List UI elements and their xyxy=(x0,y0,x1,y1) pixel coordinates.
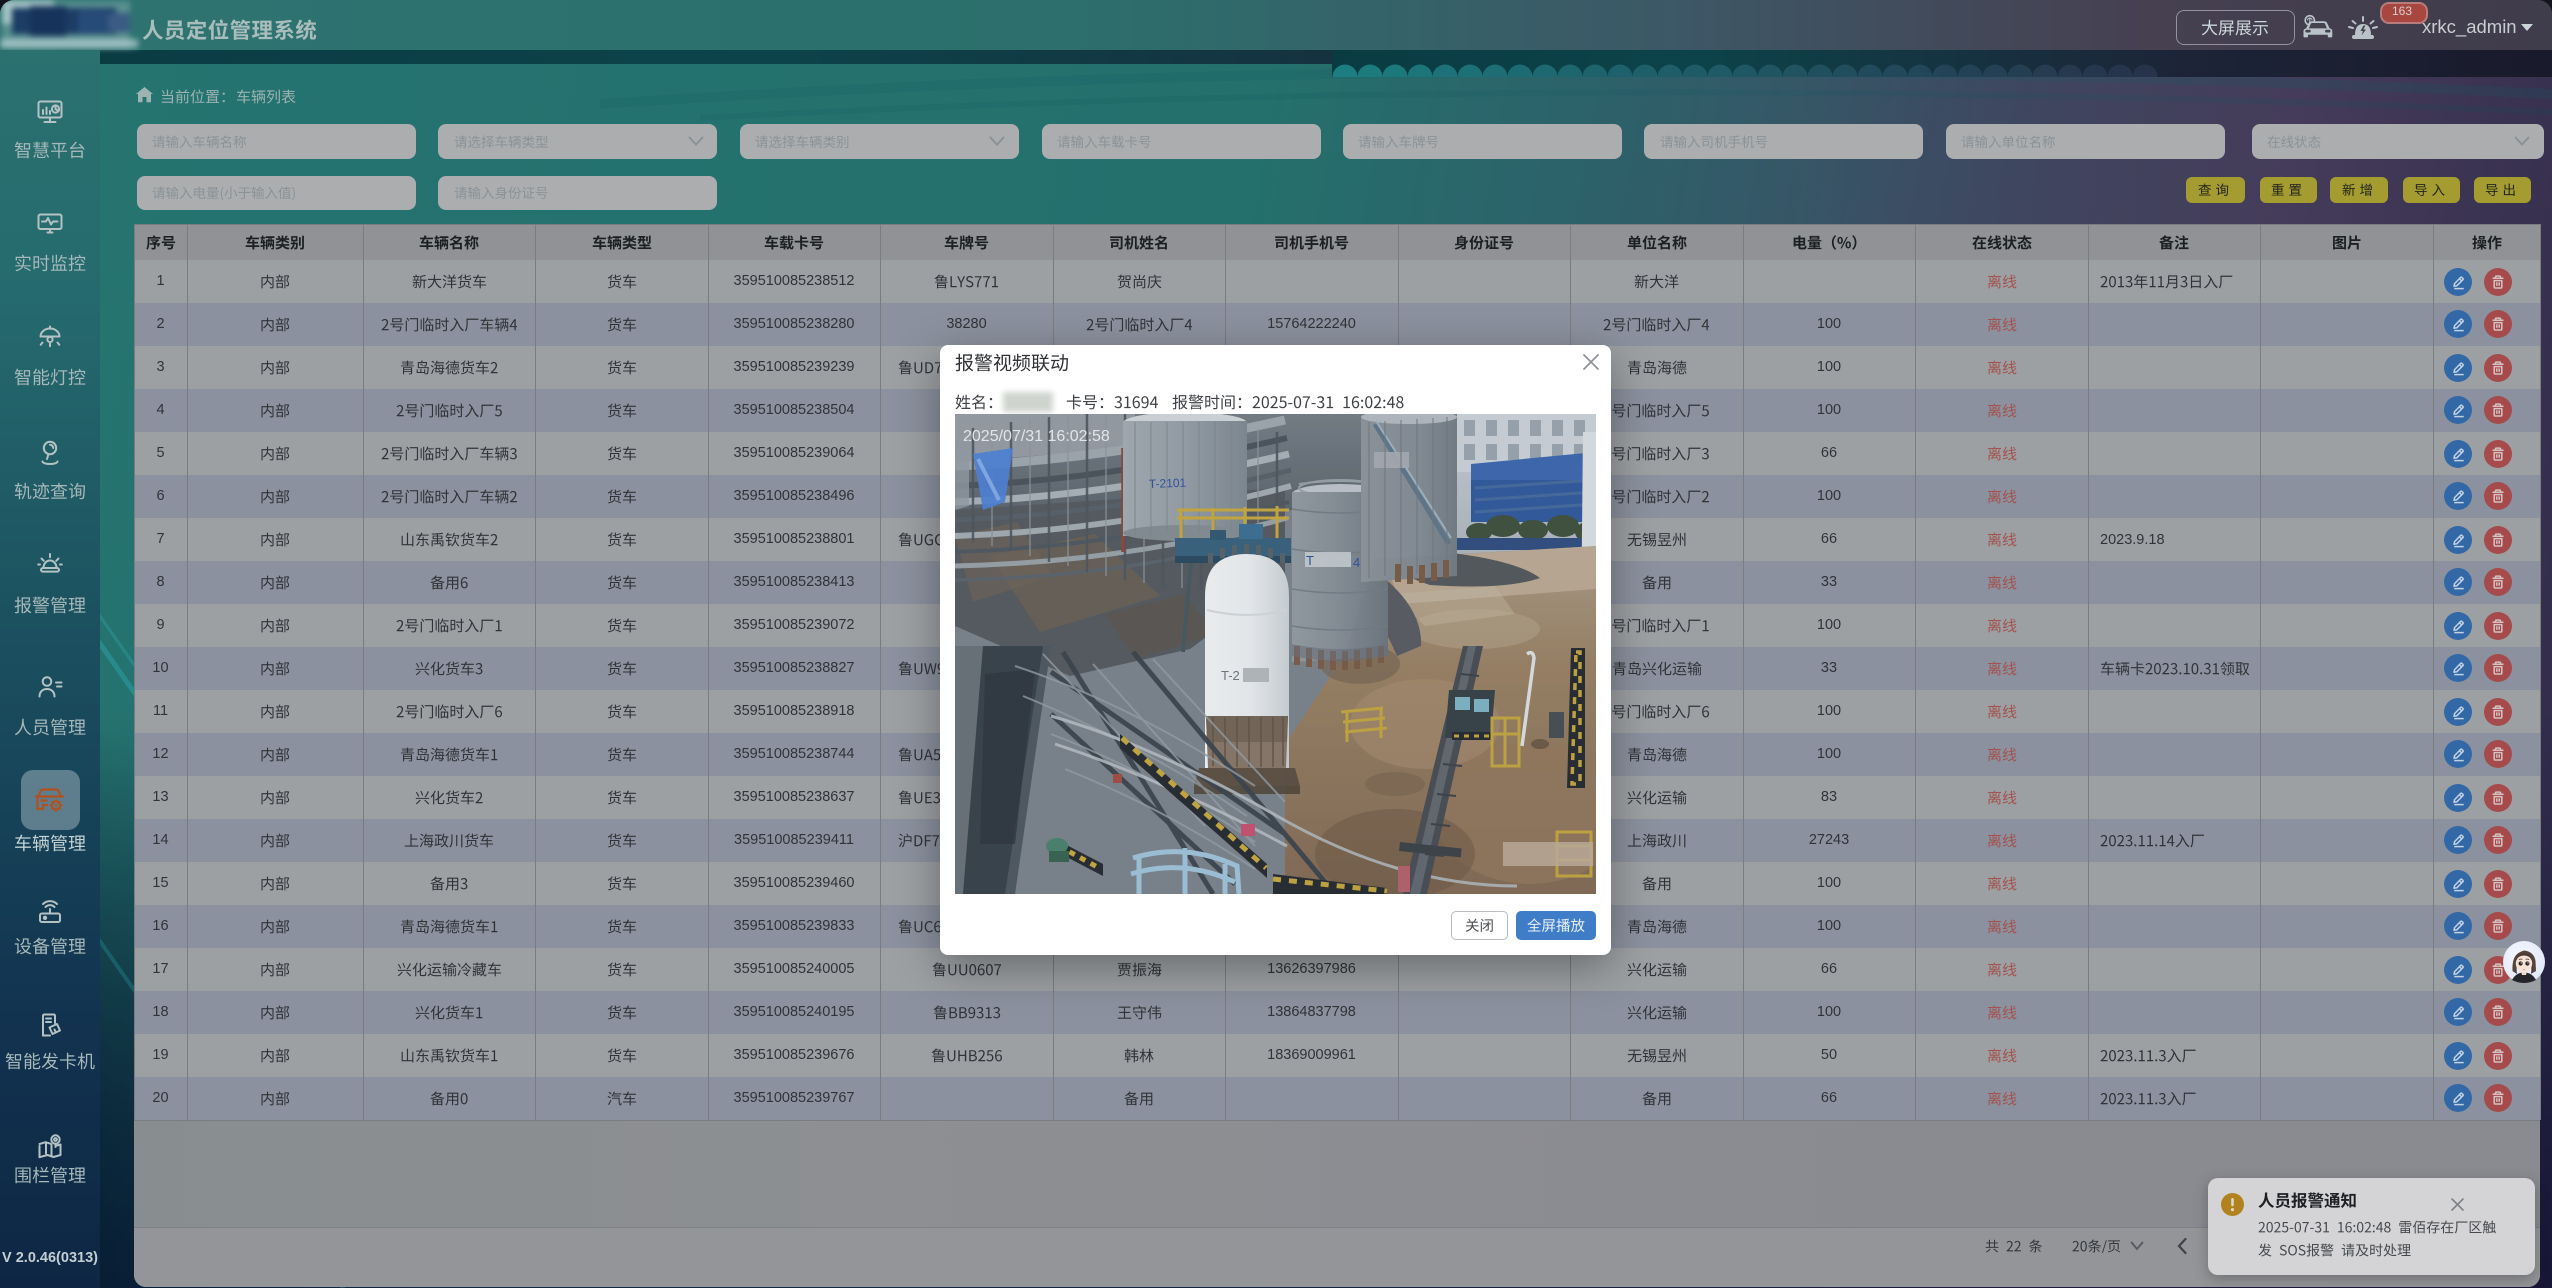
svg-text:2025/07/31 16:02:58: 2025/07/31 16:02:58 xyxy=(963,428,1110,445)
